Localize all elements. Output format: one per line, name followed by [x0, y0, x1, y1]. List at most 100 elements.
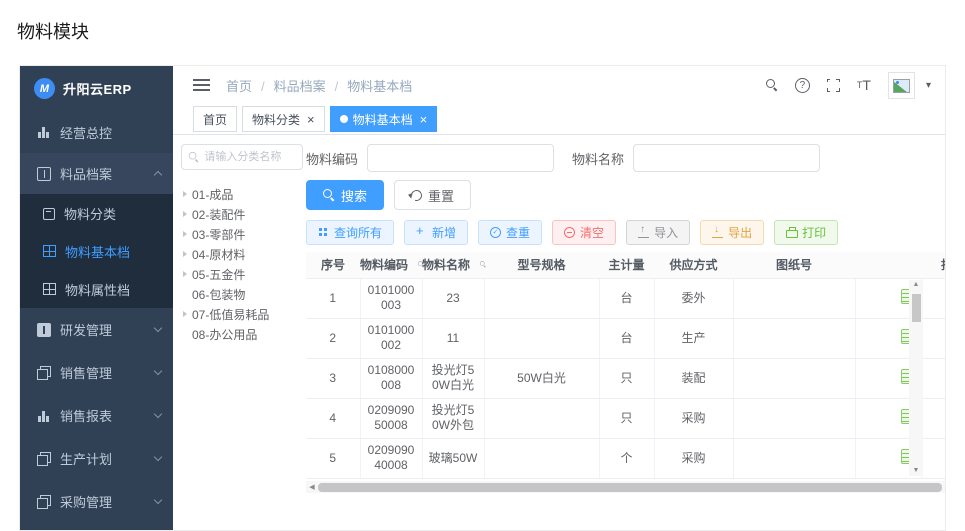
column-header[interactable]: 型号规格 — [484, 252, 599, 279]
sidebar-item-label: 料品档案 — [60, 167, 113, 182]
tab-active-dot — [339, 115, 348, 123]
tree-item[interactable]: 04-原材料 — [181, 244, 303, 264]
action-button[interactable]: 查重 — [478, 220, 543, 245]
sidebar-item-icon — [37, 409, 51, 423]
cell-name: 23 — [422, 278, 485, 319]
tree-item[interactable]: 08-办公用品 — [181, 324, 303, 344]
column-header[interactable] — [855, 252, 921, 279]
search-icon[interactable] — [765, 79, 778, 91]
vertical-scrollbar[interactable]: ▲ ▼ — [909, 280, 923, 476]
help-icon[interactable]: ? — [794, 77, 810, 93]
action-button-label: 清空 — [580, 226, 605, 240]
tab[interactable]: 物料基本档 × — [329, 106, 438, 132]
expand-caret-icon[interactable] — [183, 271, 187, 277]
expand-caret-icon[interactable] — [183, 231, 187, 237]
column-header[interactable]: 物料名称 — [422, 252, 485, 279]
expand-caret-icon[interactable] — [183, 251, 187, 257]
action-button-label: 新增 — [432, 226, 457, 240]
avatar[interactable] — [887, 71, 915, 99]
horizontal-scrollbar[interactable]: ◀ — [306, 481, 945, 493]
avatar-dropdown-caret-icon[interactable]: ▾ — [926, 80, 931, 91]
column-header[interactable]: 供应方式 — [654, 252, 733, 279]
tree-item[interactable]: 01-成品 — [181, 184, 303, 204]
sidebar-item[interactable]: 经营总控 — [20, 111, 173, 153]
reset-button[interactable]: 重置 — [394, 180, 472, 210]
fullscreen-icon[interactable] — [824, 76, 842, 94]
scroll-up-arrow-icon[interactable]: ▲ — [913, 280, 920, 290]
tab-close-icon[interactable]: × — [420, 113, 428, 126]
tree-item[interactable]: 03-零部件 — [181, 224, 303, 244]
action-button[interactable]: 导出 — [700, 220, 765, 245]
collapse-menu-icon[interactable] — [193, 78, 210, 92]
cell-name: 投光灯50W外包 — [422, 398, 485, 439]
scroll-left-arrow-icon[interactable]: ◀ — [306, 483, 318, 491]
action-button[interactable]: 打印 — [774, 220, 839, 245]
action-button-icon — [318, 227, 329, 238]
column-header-label: 序号 — [320, 258, 345, 273]
tree-search-box — [181, 144, 303, 170]
table-row[interactable]: 3 0108000008 投光灯50W白光 50W白光 只 装配 — [306, 358, 945, 399]
horizontal-scroll-thumb[interactable] — [318, 482, 942, 492]
sidebar-item[interactable]: 销售管理 — [20, 351, 173, 394]
expand-caret-icon[interactable] — [183, 191, 187, 197]
material-code-input[interactable] — [367, 144, 555, 172]
column-header[interactable]: 序号 — [306, 252, 360, 279]
sidebar-item[interactable]: 物料属性档 — [20, 270, 173, 308]
cell-unit: 只 — [599, 398, 655, 439]
cell-spec — [484, 278, 600, 319]
sidebar-item[interactable]: 销售报表 — [20, 394, 173, 437]
tree-item[interactable]: 07-低值易耗品 — [181, 304, 303, 324]
expand-caret-icon[interactable] — [183, 311, 187, 317]
search-button[interactable]: 搜索 — [306, 180, 385, 210]
table-row[interactable]: 2 0101000002 11 台 生产 — [306, 318, 945, 359]
sidebar-item-icon — [37, 125, 51, 139]
column-search-icon[interactable] — [479, 260, 489, 272]
chevron-icon — [153, 452, 163, 462]
material-name-input[interactable] — [633, 144, 821, 172]
breadcrumb-item[interactable]: 首页 — [226, 76, 252, 95]
action-button-label: 查询所有 — [334, 226, 383, 240]
scroll-down-arrow-icon[interactable]: ▼ — [913, 466, 920, 476]
action-button-label: 导入 — [654, 226, 679, 240]
action-button[interactable]: 新增 — [404, 220, 469, 245]
sidebar-item[interactable]: 生产计划 — [20, 437, 173, 480]
sidebar-item[interactable]: 采购管理 — [20, 480, 173, 523]
sidebar-item[interactable]: 研发管理 — [20, 308, 173, 351]
cell-code: 020909040008 — [360, 438, 423, 479]
top-bar: 首页料品档案物料基本档 ? ▾ — [173, 66, 945, 104]
action-button[interactable]: 查询所有 — [306, 220, 395, 245]
main-panel: 物料编码 物料名称 搜索 重置 查询所有 + 新增 ✓ 查重 清空 ↑ 导入 ↓… — [306, 136, 945, 530]
tab-close-icon[interactable]: × — [307, 113, 315, 126]
expand-caret-icon[interactable] — [183, 211, 187, 217]
column-search-icon[interactable] — [417, 260, 427, 272]
table-row[interactable]: 4 020909050008 投光灯50W外包 只 采购 — [306, 398, 945, 439]
tab[interactable]: 首页 × — [193, 106, 238, 132]
breadcrumb-item[interactable]: 料品档案 — [252, 76, 326, 95]
table-row[interactable]: 5 020909040008 玻璃50W 个 采购 — [306, 438, 945, 479]
column-header[interactable]: 主计量 — [599, 252, 654, 279]
sidebar-item[interactable]: 物料分类 — [20, 194, 173, 232]
breadcrumb-item[interactable]: 物料基本档 — [326, 76, 412, 95]
category-search-input[interactable] — [202, 150, 296, 164]
column-header[interactable]: 图纸号 — [733, 252, 855, 279]
tree-item[interactable]: 05-五金件 — [181, 264, 303, 284]
tree-item[interactable]: 02-装配件 — [181, 204, 303, 224]
cell-drawing — [733, 358, 856, 399]
column-header-label: 批 — [941, 258, 945, 272]
sidebar: M 升阳云ERP 经营总控 料品档案 物料分类 物料基本档 物料属性档 研发管理… — [20, 66, 173, 530]
font-size-icon[interactable] — [857, 77, 871, 93]
vertical-scroll-thumb[interactable] — [911, 294, 921, 322]
sidebar-item[interactable]: 物料基本档 — [20, 232, 173, 270]
tree-item[interactable]: 06-包装物 — [181, 284, 303, 304]
table-row[interactable]: 1 0101000003 23 台 委外 — [306, 278, 945, 319]
sidebar-item[interactable]: 料品档案 — [20, 153, 173, 194]
cell-supply: 生产 — [654, 318, 734, 359]
sidebar-item-label: 采购管理 — [60, 495, 113, 510]
action-button[interactable]: 导入 — [626, 220, 691, 245]
app-logo[interactable]: M 升阳云ERP — [20, 66, 173, 111]
tab[interactable]: 物料分类 × — [242, 106, 325, 132]
tab-bar: 首页 × 物料分类 × 物料基本档 × — [173, 104, 945, 135]
action-button[interactable]: 清空 — [552, 220, 617, 245]
column-header[interactable]: 物料编码 — [360, 252, 423, 279]
column-header[interactable]: 批 — [921, 252, 945, 279]
